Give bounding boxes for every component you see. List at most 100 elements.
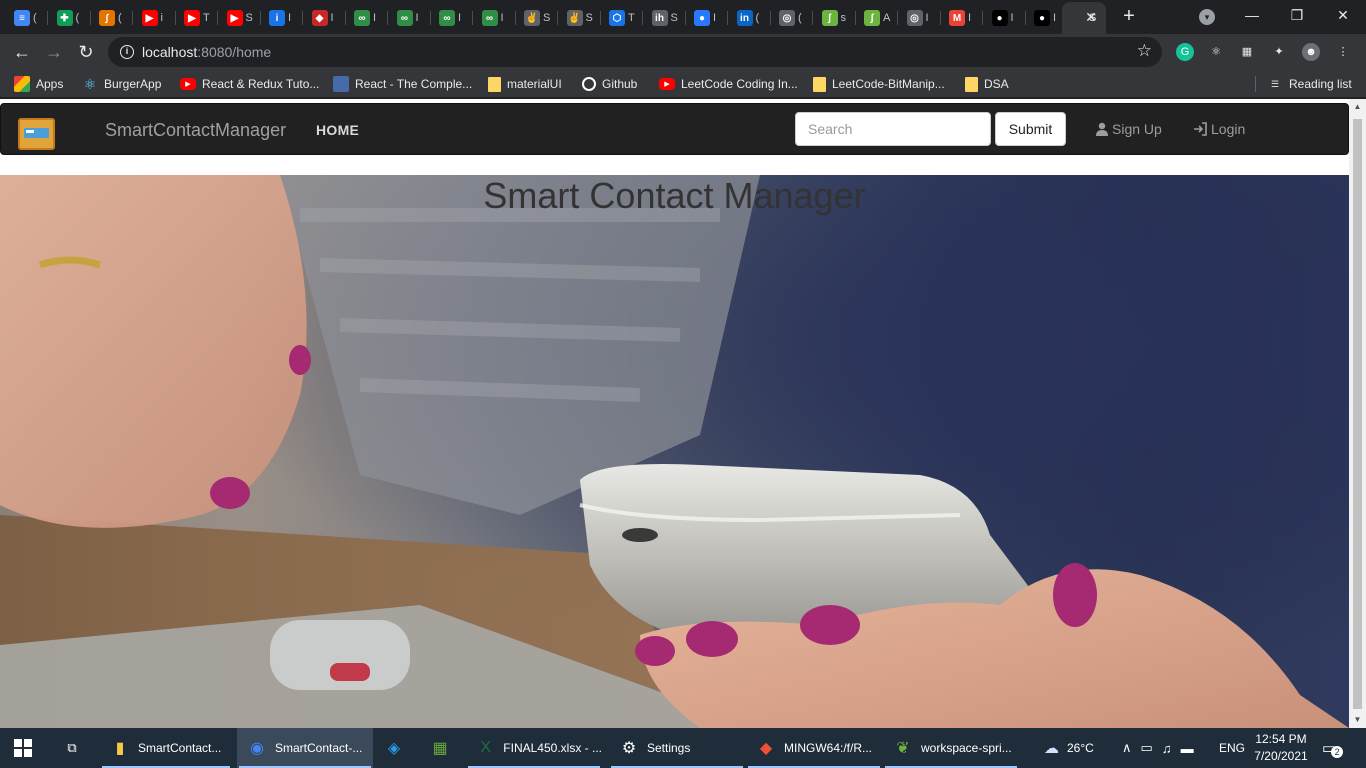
tab-title: S (543, 12, 551, 24)
login-link[interactable]: Login (1193, 121, 1245, 137)
tab[interactable]: ⬡ T (601, 4, 643, 32)
weather-widget[interactable]: ☁ 26°C (1044, 728, 1094, 768)
tab[interactable]: ✌ S (559, 4, 601, 32)
site-info-icon[interactable]: i (120, 45, 134, 59)
reload-button[interactable]: ↻ (74, 40, 98, 64)
taskbar-app[interactable]: ◆ MINGW64:/f/R... (746, 728, 882, 768)
network-icon[interactable]: ▭ (1141, 740, 1153, 756)
folder-icon: ▮ (115, 740, 125, 757)
show-hidden-icons-icon[interactable]: ∧ (1122, 740, 1132, 756)
tab-title: i (160, 12, 163, 24)
apps-grid-icon (14, 76, 30, 92)
forward-button[interactable]: → (42, 40, 66, 64)
taskbar-app[interactable]: X FINAL450.xlsx - ... (466, 728, 602, 768)
ih-icon: ih (651, 10, 668, 26)
system-tray[interactable]: ∧ ▭ ♫ ▬ (1122, 728, 1194, 768)
bookmark-item[interactable]: ▶ React & Redux Tuto... (180, 75, 319, 93)
bookmark-item[interactable]: LeetCode-BitManip... (813, 75, 945, 93)
volume-icon[interactable]: ♫ (1162, 741, 1172, 756)
browser-toolbar: ← → ↻ i localhost:8080/home ☆ G ⚛ ▦ ✦ ☻ … (0, 34, 1366, 70)
tab[interactable]: ◎ I (899, 4, 941, 32)
tab[interactable]: ʃA (856, 4, 898, 32)
tab[interactable]: ● I (984, 4, 1026, 32)
grammarly-icon[interactable]: G (1176, 43, 1194, 61)
scroll-up-icon[interactable]: ▲ (1349, 99, 1366, 115)
tab-title: ( (798, 12, 802, 24)
page-scrollbar[interactable]: ▲ ▼ (1349, 99, 1366, 728)
tab[interactable]: ▶ i (134, 4, 176, 32)
tab-title: ( (75, 12, 80, 24)
address-bar[interactable]: i localhost:8080/home ☆ (108, 37, 1162, 67)
taskbar-app[interactable]: ▮ SmartContact... (100, 728, 232, 768)
tab[interactable]: ▶ S (219, 4, 261, 32)
submit-button[interactable]: Submit (995, 112, 1066, 146)
taskbar-app[interactable]: ⚙ Settings (609, 728, 745, 768)
tab[interactable]: ✌ S (516, 4, 558, 32)
start-button[interactable] (0, 728, 48, 768)
tab[interactable]: ◆ I (304, 4, 346, 32)
tab[interactable]: ● I (686, 4, 728, 32)
bookmark-item[interactable]: ⚛ BurgerApp (82, 75, 162, 93)
site-navbar: SmartContactManager HOME Submit Sign Up … (0, 103, 1349, 155)
tab[interactable]: ◎( (771, 4, 813, 32)
tab[interactable]: ∫( (91, 4, 133, 32)
scroll-down-icon[interactable]: ▼ (1349, 712, 1366, 728)
taskbar-app-label: workspace-spri... (921, 741, 1012, 755)
gfg-icon: ∞ (481, 10, 498, 26)
bookmark-label: DSA (984, 77, 1009, 91)
tab[interactable]: ih S (644, 4, 686, 32)
extensions-icon[interactable]: ✦ (1270, 43, 1288, 61)
bookmark-item[interactable]: materialUI (488, 75, 562, 93)
taskbar-app[interactable]: ◈ (374, 728, 418, 768)
tab[interactable]: iI (261, 4, 303, 32)
taskbar-app[interactable]: ❦ workspace-spri... (883, 728, 1019, 768)
brand-logo-icon[interactable] (18, 118, 55, 150)
profile-avatar[interactable]: ☻ (1302, 43, 1320, 61)
taskbar-app[interactable]: ▦ (420, 728, 464, 768)
task-view-button[interactable]: ⧉ (52, 728, 92, 768)
bookmark-item[interactable]: Github (582, 75, 637, 93)
search-input[interactable] (795, 112, 991, 146)
new-tab-button[interactable]: + (1119, 6, 1139, 26)
taskbar-app[interactable]: ◉ SmartContact-... (237, 728, 373, 768)
globe-icon: ◎ (906, 10, 923, 26)
clock[interactable]: 12:54 PM 7/20/2021 (1252, 731, 1310, 765)
spreadsheet-ext-icon[interactable]: ▦ (1238, 43, 1256, 61)
scrollbar-thumb[interactable] (1353, 119, 1362, 709)
tab[interactable]: ≡( (6, 4, 48, 32)
brand-name[interactable]: SmartContactManager (105, 120, 286, 141)
tab[interactable]: ∞ I (431, 4, 473, 32)
tab[interactable]: MI (941, 4, 983, 32)
menu-icon[interactable]: ⋮ (1334, 43, 1352, 61)
tab[interactable]: ∞ I (389, 4, 431, 32)
login-label: Login (1211, 121, 1246, 137)
reading-list-button[interactable]: ☰ Reading list (1267, 75, 1352, 93)
bookmark-item[interactable]: DSA (965, 75, 1009, 93)
bookmark-item[interactable]: ▶ LeetCode Coding In... (659, 75, 798, 93)
tab[interactable]: ʃs (814, 4, 856, 32)
tab-search-icon[interactable]: ▾ (1199, 9, 1215, 25)
nav-home-link[interactable]: HOME (316, 122, 359, 138)
minimize-button[interactable]: — (1229, 0, 1275, 32)
notification-center-button[interactable]: ▭ 2 (1322, 728, 1344, 768)
bookmark-item[interactable]: Apps (14, 75, 63, 93)
close-window-button[interactable]: ✕ (1320, 0, 1366, 32)
tab[interactable]: ✚( (49, 4, 91, 32)
tab-close-icon[interactable]: ✕ (1082, 8, 1100, 26)
tab-title: I (288, 12, 292, 24)
bookmark-star-icon[interactable]: ☆ (1137, 41, 1152, 61)
back-button[interactable]: ← (10, 40, 34, 64)
windows-taskbar: ⧉ ☁ 26°C ∧ ▭ ♫ ▬ ENG 12:54 PM 7/20/2021 … (0, 728, 1366, 768)
tab[interactable]: ▶ T (176, 4, 218, 32)
battery-icon[interactable]: ▬ (1181, 741, 1194, 756)
react-devtools-icon[interactable]: ⚛ (1207, 43, 1225, 61)
signup-link[interactable]: Sign Up (1095, 121, 1162, 137)
bookmark-item[interactable]: React - The Comple... (333, 75, 472, 93)
tab[interactable]: in( (729, 4, 771, 32)
tab[interactable]: ∞ I (346, 4, 388, 32)
tab[interactable]: ∞ I (474, 4, 516, 32)
language-indicator[interactable]: ENG (1219, 728, 1245, 768)
restore-button[interactable]: ❐ (1274, 0, 1320, 32)
taskbar-app-label: Settings (647, 741, 691, 755)
url-text[interactable]: localhost:8080/home (142, 44, 271, 60)
